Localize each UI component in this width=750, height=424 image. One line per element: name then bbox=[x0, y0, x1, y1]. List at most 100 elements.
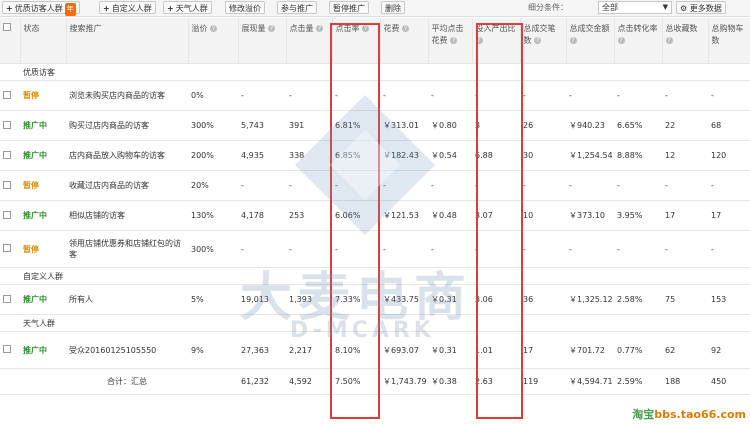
header-row: 状态 搜索推广 溢价 ? 展现量 ? 点击量 ? 点击率 ? 花费 ? 平均点击… bbox=[0, 18, 750, 64]
favorites-cell: 17 bbox=[662, 200, 708, 231]
header-orders[interactable]: 总成交笔数 ? bbox=[520, 18, 567, 64]
header-clicks[interactable]: 点击量 ? bbox=[286, 18, 333, 64]
cost-cell: ￥182.43 bbox=[380, 140, 428, 171]
header-cpc[interactable]: 平均点击花费 ? bbox=[428, 18, 473, 64]
add-quality-visitor-button[interactable]: + 优质访客人群年 bbox=[2, 1, 80, 16]
roi-cell: 3.06 bbox=[472, 284, 520, 315]
table-row[interactable]: 暂停 领用店铺优惠券和店铺红包的访客 300% - - - - - - - - - - - bbox=[0, 230, 750, 268]
site-watermark: 淘宝bbs.tao66.com bbox=[632, 408, 746, 421]
amount-cell: ￥701.72 bbox=[566, 331, 614, 369]
table-row[interactable]: 推广中 店内商品放入购物车的访客 200% 4,935 338 6.85% ￥182.43 ￥… bbox=[0, 140, 750, 171]
table-row[interactable]: 暂停 收藏过店内商品的访客 20% - - - - - - - - - - - bbox=[0, 170, 750, 201]
status-cell: 暂停 bbox=[20, 80, 66, 111]
roi-cell: 6.88 bbox=[472, 140, 520, 171]
help-icon[interactable]: ? bbox=[534, 37, 542, 44]
header-cost[interactable]: 花费 ? bbox=[380, 18, 429, 64]
orders-cell: 17 bbox=[520, 331, 566, 369]
help-icon[interactable]: ? bbox=[316, 25, 324, 32]
help-icon[interactable]: ? bbox=[569, 37, 577, 44]
help-icon[interactable]: ? bbox=[402, 25, 410, 32]
header-ctr[interactable]: 点击率 ? bbox=[332, 18, 381, 64]
header-cvr[interactable]: 点击转化率 ? bbox=[614, 18, 663, 64]
more-data-button[interactable]: ⚙ 更多数据 bbox=[676, 1, 726, 14]
add-custom-audience-button[interactable]: + 自定义人群 bbox=[99, 1, 156, 14]
roi-cell: - bbox=[472, 230, 520, 268]
row-checkbox-cell[interactable] bbox=[0, 140, 20, 171]
table-row[interactable]: 推广中 受众20160125105550 9% 27,363 2,217 8.10% ￥69… bbox=[0, 331, 750, 369]
cpc-cell: ￥0.31 bbox=[428, 331, 472, 369]
help-icon[interactable]: ? bbox=[475, 37, 483, 44]
delete-button[interactable]: 删除 bbox=[381, 1, 405, 14]
header-favorites[interactable]: 总收藏数 ? bbox=[662, 18, 709, 64]
table-body: 优质访客 暂停 浏览未购买店内商品的访客 0% - - - - - - - - - - - 推广中 购买过店内商… bbox=[0, 63, 750, 395]
status-cell: 暂停 bbox=[20, 230, 66, 268]
favorites-cell: 12 bbox=[662, 140, 708, 171]
cart-cell: 17 bbox=[708, 200, 750, 231]
amount-cell: ￥1,254.54 bbox=[566, 140, 614, 171]
filter-select[interactable]: 全部 ▼ bbox=[598, 1, 672, 14]
header-roi[interactable]: 投入产出比 ? bbox=[472, 18, 521, 64]
checkbox[interactable] bbox=[3, 150, 11, 159]
row-checkbox-cell[interactable] bbox=[0, 200, 20, 231]
group-header-row: 天气人群 bbox=[0, 314, 750, 332]
checkbox[interactable] bbox=[3, 210, 11, 219]
header-impressions[interactable]: 展现量 ? bbox=[238, 18, 287, 64]
header-premium[interactable]: 溢价 ? bbox=[188, 18, 239, 64]
header-select-all[interactable] bbox=[0, 18, 21, 64]
row-checkbox-cell[interactable] bbox=[0, 170, 20, 201]
help-icon[interactable]: ? bbox=[210, 25, 218, 32]
checkbox[interactable] bbox=[3, 120, 11, 129]
help-icon[interactable]: ? bbox=[362, 25, 370, 32]
add-weather-audience-button[interactable]: + 天气人群 bbox=[163, 1, 212, 14]
help-icon[interactable]: ? bbox=[665, 37, 673, 44]
roi-cell: - bbox=[472, 80, 520, 111]
row-checkbox-cell[interactable] bbox=[0, 80, 20, 111]
impressions-cell: - bbox=[238, 170, 286, 201]
join-promotion-button[interactable]: 参与推广 bbox=[277, 1, 317, 14]
ctr-cell: 8.10% bbox=[332, 331, 380, 369]
status-cell: 推广中 bbox=[20, 284, 66, 315]
checkbox[interactable] bbox=[3, 345, 11, 353]
favorites-cell: - bbox=[662, 230, 708, 268]
checkbox[interactable] bbox=[3, 180, 11, 189]
chevron-down-icon: ▼ bbox=[662, 3, 668, 11]
ctr-cell: - bbox=[332, 230, 380, 268]
table-row[interactable]: 推广中 所有人 5% 19,013 1,393 7.33% ￥433.75 ￥0.31 3.06… bbox=[0, 284, 750, 315]
group-spacer bbox=[0, 314, 20, 332]
row-checkbox-cell[interactable] bbox=[0, 230, 20, 268]
row-checkbox-cell[interactable] bbox=[0, 110, 20, 141]
checkbox[interactable] bbox=[3, 23, 11, 31]
group-title: 优质访客 bbox=[20, 63, 750, 81]
clicks-cell: - bbox=[286, 80, 332, 111]
header-amount[interactable]: 总成交金额 ? bbox=[566, 18, 615, 64]
pause-promotion-button[interactable]: 暂停推广 bbox=[329, 1, 369, 14]
help-icon[interactable]: ? bbox=[268, 25, 276, 32]
table-row[interactable]: 推广中 购买过店内商品的访客 300% 5,743 391 6.81% ￥313.01 ￥0.… bbox=[0, 110, 750, 141]
row-checkbox-cell[interactable] bbox=[0, 284, 20, 315]
cart-cell: 120 bbox=[708, 140, 750, 171]
amount-cell: - bbox=[566, 230, 614, 268]
checkbox[interactable] bbox=[3, 90, 11, 99]
total-orders-cell: 119 bbox=[520, 368, 566, 395]
premium-cell: 5% bbox=[188, 284, 238, 315]
help-icon[interactable]: ? bbox=[450, 37, 458, 44]
orders-cell: - bbox=[520, 170, 566, 201]
help-icon[interactable]: ? bbox=[617, 37, 625, 44]
table-row[interactable]: 暂停 浏览未购买店内商品的访客 0% - - - - - - - - - - - bbox=[0, 80, 750, 111]
row-checkbox-cell[interactable] bbox=[0, 331, 20, 369]
audience-name-cell: 收藏过店内商品的访客 bbox=[66, 170, 188, 201]
impressions-cell: 4,178 bbox=[238, 200, 286, 231]
cart-cell: - bbox=[708, 80, 750, 111]
cvr-cell: 6.65% bbox=[614, 110, 662, 141]
edit-premium-button[interactable]: 修改溢价 bbox=[225, 1, 265, 14]
table-row[interactable]: 推广中 相似店铺的访客 130% 4,178 253 6.06% ￥121.53 ￥0.48 3… bbox=[0, 200, 750, 231]
audience-name-cell: 相似店铺的访客 bbox=[66, 200, 188, 231]
cost-cell: - bbox=[380, 230, 428, 268]
impressions-cell: - bbox=[238, 230, 286, 268]
ctr-cell: 7.33% bbox=[332, 284, 380, 315]
checkbox[interactable] bbox=[3, 294, 11, 303]
premium-cell: 200% bbox=[188, 140, 238, 171]
checkbox[interactable] bbox=[3, 244, 11, 252]
favorites-cell: - bbox=[662, 80, 708, 111]
cost-cell: - bbox=[380, 80, 428, 111]
